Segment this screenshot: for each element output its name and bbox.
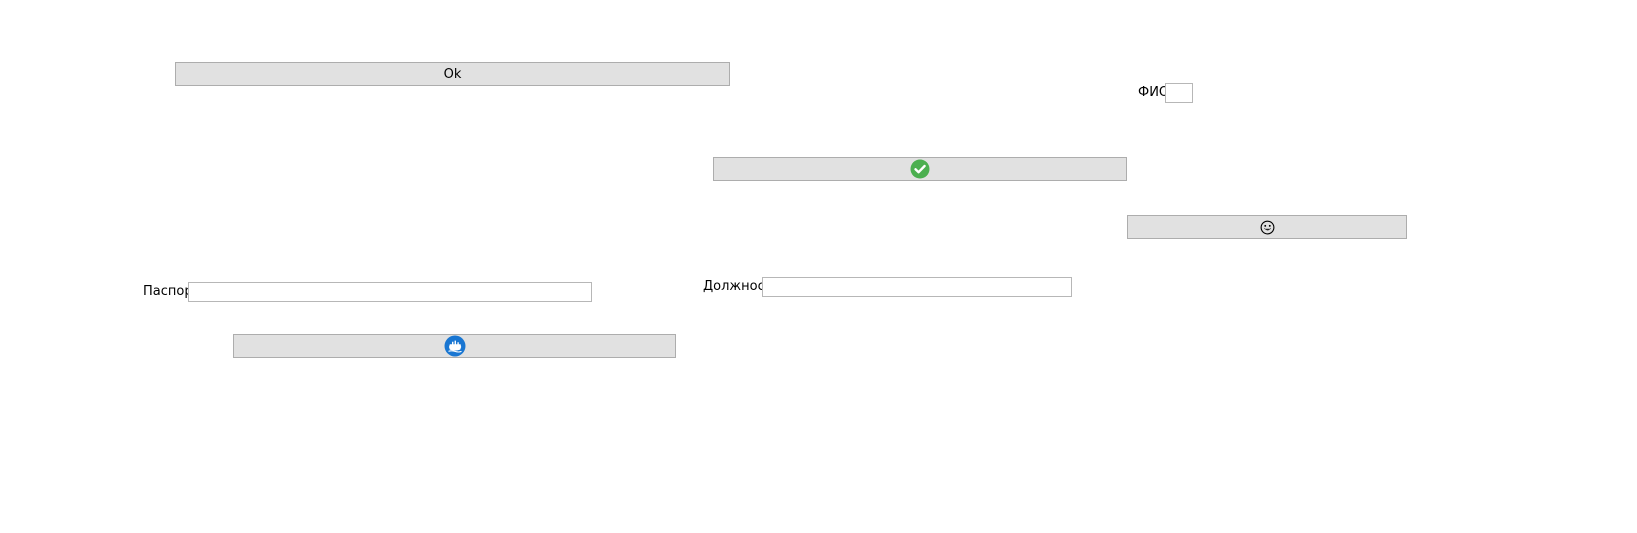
smiling-face-icon [1260,220,1275,235]
face-button[interactable] [1127,215,1407,239]
check-circle-icon [910,159,930,179]
position-input[interactable] [762,277,1072,297]
ship-button[interactable] [233,334,676,358]
fio-input[interactable] [1165,83,1193,103]
check-button[interactable] [713,157,1127,181]
ship-icon [444,335,466,357]
passport-input[interactable] [188,282,592,302]
ok-button[interactable]: Ok [175,62,730,86]
